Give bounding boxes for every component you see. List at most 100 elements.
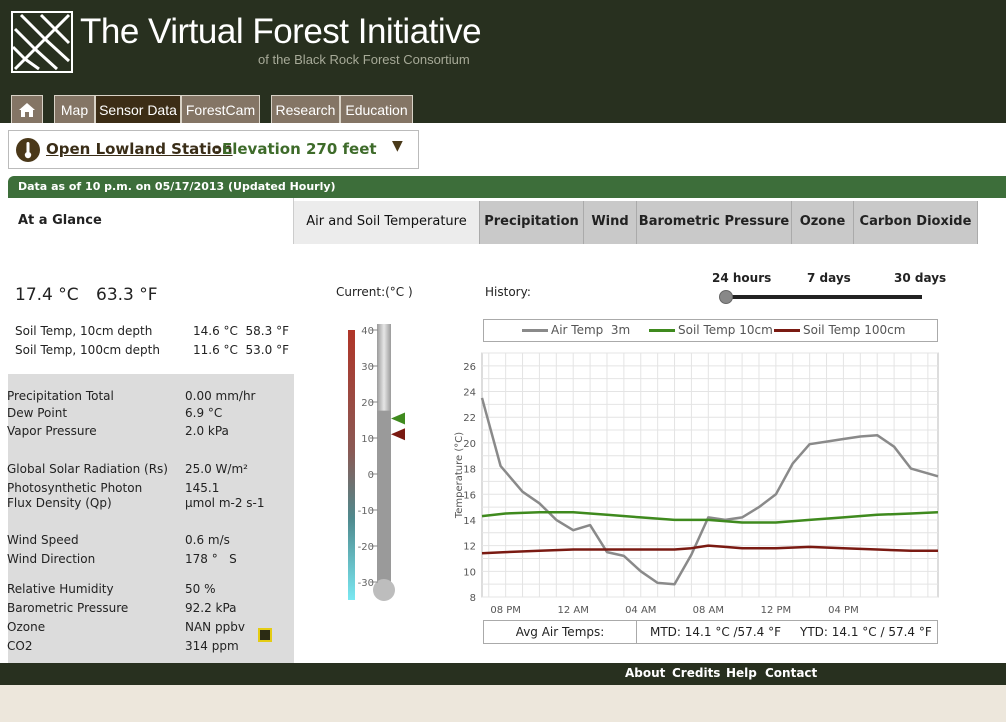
- param-value: 92.2 kPa: [185, 601, 237, 615]
- param-label: Photosynthetic Photon: [7, 481, 143, 495]
- nav-tab-sensor-data[interactable]: Sensor Data: [95, 95, 181, 123]
- legend-swatch: [649, 329, 675, 332]
- x-tick-label: 08 AM: [693, 605, 724, 616]
- thermo-tick-label: -10: [358, 506, 374, 517]
- avg-ytd: YTD: 14.1 °C / 57.4 °F: [800, 625, 932, 639]
- current-label: Current:(°C ): [336, 285, 413, 299]
- param-row: Relative Humidity 50 %: [7, 582, 216, 597]
- param-value: µmol m-2 s-1: [185, 496, 265, 510]
- param-label: Flux Density (Qp): [7, 496, 112, 510]
- param-row: Ozone NAN ppbv: [7, 620, 245, 635]
- tab-air-soil-temperature[interactable]: Air and Soil Temperature: [294, 201, 480, 244]
- thermo-tick-label: 40: [361, 326, 374, 337]
- y-tick-label: 14: [463, 516, 476, 527]
- tab-ozone[interactable]: Ozone: [792, 201, 854, 244]
- tab-wind[interactable]: Wind: [584, 201, 637, 244]
- thermo-color-scale: [348, 330, 355, 600]
- station-name-link[interactable]: Open Lowland Station: [46, 140, 233, 158]
- range-30-days[interactable]: 30 days: [894, 271, 946, 285]
- param-value: 0.6 m/s: [185, 533, 230, 547]
- triangle-down-icon[interactable]: ▼: [392, 138, 403, 154]
- param-row: Global Solar Radiation (Rs) 25.0 W/m²: [7, 462, 248, 477]
- thermo-tick-label: -20: [358, 542, 374, 553]
- range-slider-track[interactable]: [726, 295, 922, 299]
- current-air-temp: 17.4 °C 63.3 °F: [15, 285, 158, 305]
- chart-legend: Air Temp 3m Soil Temp 10cm Soil Temp 100…: [483, 319, 938, 342]
- y-tick-label: 22: [463, 413, 476, 424]
- x-tick-label: 12 AM: [558, 605, 589, 616]
- param-value: 178 ° S: [185, 552, 237, 566]
- tab-at-a-glance[interactable]: At a Glance: [8, 198, 294, 244]
- y-tick-label: 10: [463, 567, 476, 578]
- y-tick-label: 20: [463, 439, 476, 450]
- tab-barometric-pressure[interactable]: Barometric Pressure: [637, 201, 792, 244]
- thermometer-icon: [16, 138, 40, 162]
- y-tick-label: 8: [470, 593, 476, 604]
- soil-row: Soil Temp, 100cm depth 11.6 °C 53.0 °F: [15, 343, 289, 357]
- nav-tab-education[interactable]: Education: [340, 95, 413, 123]
- avg-air-temps: Avg Air Temps: MTD: 14.1 °C /57.4 °F YTD…: [483, 620, 938, 644]
- thermo-tick-label: 20: [361, 398, 374, 409]
- x-tick-label: 08 PM: [490, 605, 521, 616]
- param-row: Barometric Pressure 92.2 kPa: [7, 601, 237, 616]
- param-label: CO2: [7, 639, 33, 653]
- thermo-fill: [377, 410, 391, 594]
- param-label: Wind Speed: [7, 533, 79, 547]
- param-row: CO2 314 ppm: [7, 639, 239, 654]
- param-value: NAN ppbv: [185, 620, 245, 634]
- legend-label: Soil Temp 100cm: [803, 323, 906, 337]
- nav-tab-research[interactable]: Research: [271, 95, 340, 123]
- y-tick-label: 18: [463, 465, 476, 476]
- temp-fahrenheit: 63.3 °F: [96, 285, 158, 305]
- y-tick-label: 12: [463, 542, 476, 553]
- footer-help-link[interactable]: Help: [726, 666, 757, 680]
- footer-credits-link[interactable]: Credits: [672, 666, 720, 680]
- param-row: Vapor Pressure 2.0 kPa: [7, 424, 229, 439]
- site-subtitle: of the Black Rock Forest Consortium: [258, 52, 470, 67]
- footer-about-link[interactable]: About: [625, 666, 665, 680]
- range-slider-handle[interactable]: [719, 290, 733, 304]
- avg-mtd: MTD: 14.1 °C /57.4 °F: [650, 625, 781, 639]
- warning-icon[interactable]: [258, 628, 272, 642]
- y-tick-label: 16: [463, 490, 476, 501]
- range-7-days[interactable]: 7 days: [807, 271, 851, 285]
- home-button[interactable]: [11, 95, 43, 123]
- legend-swatch: [522, 329, 548, 332]
- param-value: 145.1: [185, 481, 220, 495]
- range-24-hours[interactable]: 24 hours: [712, 271, 771, 285]
- thermo-ticks: 40 30 20 10 0 -10 -20 -30: [358, 326, 378, 589]
- param-value: 314 ppm: [185, 639, 239, 653]
- tab-precipitation[interactable]: Precipitation: [480, 201, 584, 244]
- y-axis-label: Temperature (°C): [454, 432, 465, 519]
- param-row: Wind Direction 178 ° S: [7, 552, 237, 567]
- param-value: 2.0 kPa: [185, 424, 229, 438]
- param-row: Flux Density (Qp) µmol m-2 s-1: [7, 496, 265, 511]
- param-label: Dew Point: [7, 406, 68, 420]
- soil-row: Soil Temp, 10cm depth 14.6 °C 58.3 °F: [15, 324, 289, 338]
- logo-icon[interactable]: [11, 11, 73, 73]
- param-row: Dew Point 6.9 °C: [7, 406, 222, 421]
- avg-label: Avg Air Temps:: [484, 621, 637, 643]
- nav-tab-forestcam[interactable]: ForestCam: [181, 95, 260, 123]
- param-value: 50 %: [185, 582, 216, 596]
- footer-contact-link[interactable]: Contact: [765, 666, 817, 680]
- param-row: Precipitation Total 0.00 mm/hr: [7, 389, 256, 404]
- temp-celsius: 17.4 °C: [15, 285, 79, 305]
- station-selector[interactable]: Open Lowland Station : Elevation 270 fee…: [8, 130, 419, 169]
- x-tick-label: 04 PM: [828, 605, 859, 616]
- param-label: Vapor Pressure: [7, 424, 97, 438]
- tab-carbon-dioxide[interactable]: Carbon Dioxide: [854, 201, 978, 244]
- thermo-tick-label: -30: [358, 578, 374, 589]
- main-content: Open Lowland Station : Elevation 270 fee…: [0, 123, 1006, 664]
- legend-item: Soil Temp 100cm: [774, 323, 905, 337]
- param-label: Wind Direction: [7, 552, 96, 566]
- param-label: Ozone: [7, 620, 46, 634]
- nav-tab-map[interactable]: Map: [54, 95, 95, 123]
- thermo-tick-label: 30: [361, 362, 374, 373]
- home-icon: [19, 102, 35, 117]
- history-chart: 8 10 12 14 16 18 20 22 24 26 08 PM 12 AM 04 AM 08 AM 1…: [454, 352, 939, 616]
- soil-100cm-marker-icon: [391, 428, 405, 441]
- thermo-tick-label: 0: [368, 470, 374, 481]
- x-tick-label: 12 PM: [761, 605, 792, 616]
- param-value: 0.00 mm/hr: [185, 389, 256, 403]
